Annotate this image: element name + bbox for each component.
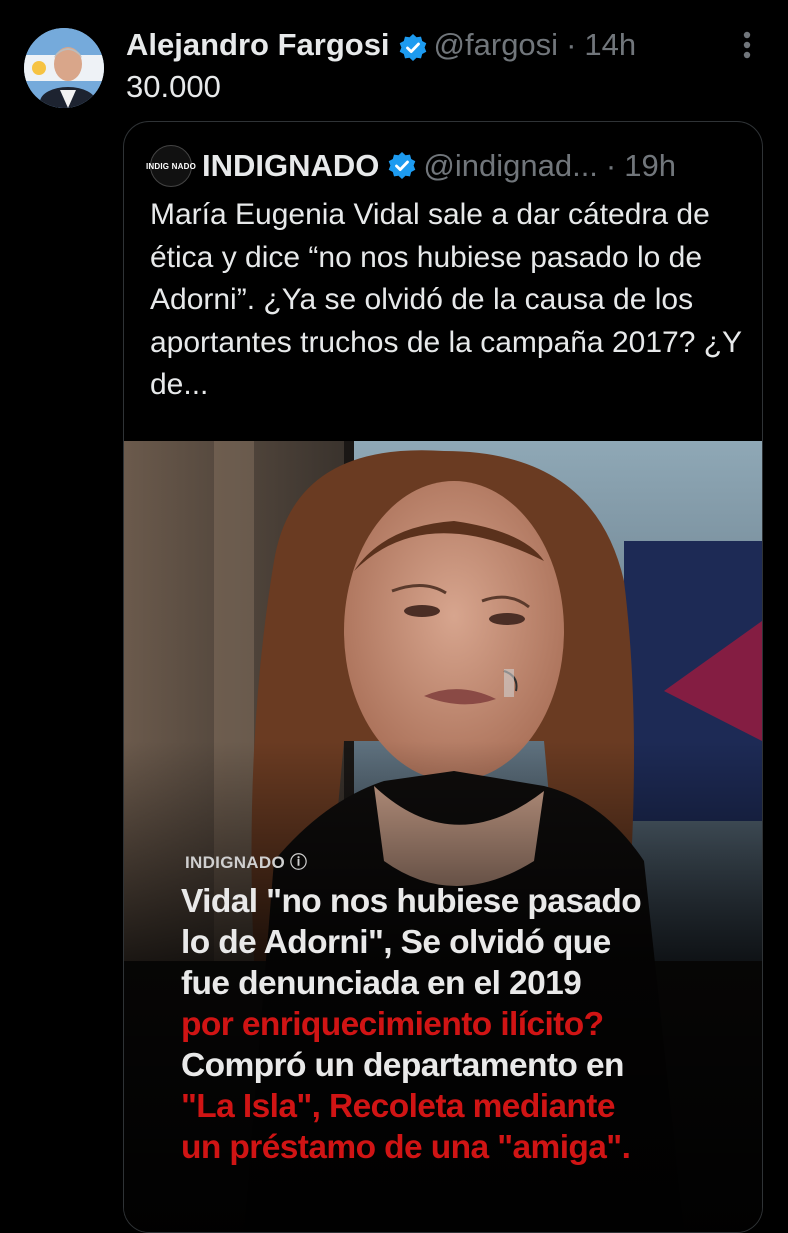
author-avatar[interactable] [24,28,104,108]
headline-line: Compró un departamento en [181,1047,624,1084]
quoted-author-avatar[interactable]: INDIG NADO [146,145,196,187]
headline-line: fue denunciada en el 2019 [181,965,582,1002]
quoted-author-name[interactable]: INDIGNADO [202,148,379,184]
headline-line: un préstamo de una "amiga". [181,1129,631,1166]
separator-dot: · [605,148,617,183]
author-name[interactable]: Alejandro Fargosi [126,22,390,68]
more-options-icon[interactable] [734,24,760,66]
quoted-avatar-text: INDIG NADO [146,161,196,171]
verified-badge-icon [398,30,428,61]
quoted-tweet-text: María Eugenia Vidal sale a dar cátedra d… [150,198,742,401]
quoted-tweet-card[interactable]: INDIG NADO INDIGNADO @indignad... · 19h … [123,121,763,1233]
quoted-tweet-header: INDIG NADO INDIGNADO @indignad... · 19h [146,144,676,188]
headline-line: "La Isla", Recoleta mediante [181,1088,615,1125]
headline-line: por enriquecimiento ilícito? [181,1006,604,1043]
headline-line: lo de Adorni", Se olvidó que [181,924,611,961]
verified-badge-icon [387,151,417,181]
tweet-time[interactable]: 14h [584,22,636,68]
image-brand-label: INDIGNADO ⓘ [185,853,308,872]
author-handle[interactable]: @fargosi [434,22,559,68]
tweet-header: Alejandro Fargosi @fargosi · 14h [126,22,636,68]
tweet-text: 30.000 [126,69,221,104]
quoted-tweet-image[interactable]: INDIGNADO ⓘ Vidal "no nos hubiese pasado… [124,441,762,1232]
quoted-author-handle[interactable]: @indignad... [423,148,598,184]
headline-line: Vidal "no nos hubiese pasado [181,883,642,920]
image-headline: Vidal "no nos hubiese pasado lo de Adorni… [181,881,741,1168]
quoted-tweet-time[interactable]: 19h [624,148,676,184]
separator-dot: · [566,27,577,62]
